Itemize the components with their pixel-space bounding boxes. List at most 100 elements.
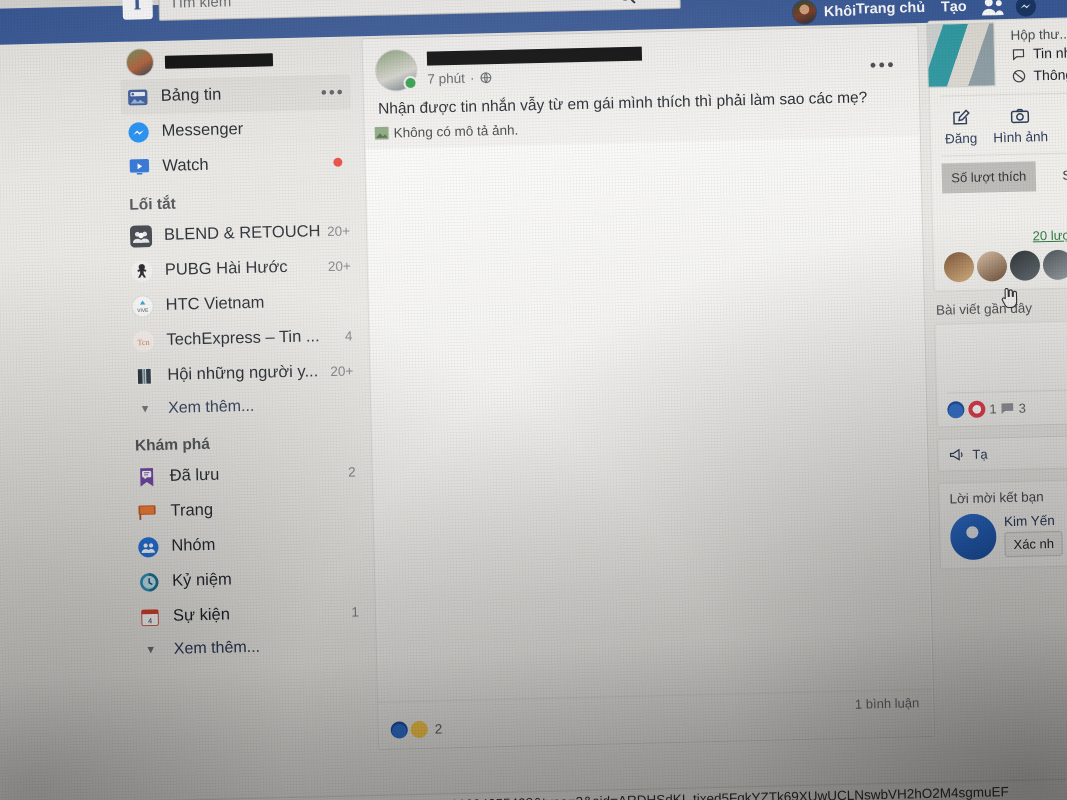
insights-number: 3 [942,190,1067,231]
post-comment-count[interactable]: 1 bình luận [855,695,920,712]
pubg-icon [131,260,154,283]
events-calendar-icon: 4 [139,606,162,629]
sidebar-item-label: Watch [162,155,209,175]
liker-avatars[interactable] [943,249,1067,283]
sidebar-shortcut-hoi-nhung-nguoi[interactable]: Hội những người y... 20+ [127,353,358,393]
photo-icon [374,126,389,140]
pages-flag-icon [136,501,159,524]
sidebar-item-saved[interactable]: Đã lưu 2 [129,454,360,494]
avatar [791,0,818,26]
avatar [1042,249,1067,281]
sidebar-item-memories[interactable]: Kỷ niệm [132,559,363,599]
tab-reach[interactable]: Số [1035,160,1067,192]
divider [941,151,1067,157]
post-timestamp[interactable]: 7 phút [427,71,465,87]
unread-dot-badge [333,157,343,167]
monitor-screen: ...ủy VIP, Ful... f Tìm kiếm Khôi Trang … [0,0,1067,800]
sidebar-shortcut-blend-retouch[interactable]: BLEND & RETOUCH 20+ [124,213,355,253]
divider [939,91,1067,97]
page-cover-thumbnail[interactable] [926,22,996,88]
memories-clock-icon [138,571,161,594]
sidebar-item-groups[interactable]: Nhóm [131,524,362,564]
action-post[interactable]: Đăng [944,107,977,146]
sidebar-shortcut-pubg[interactable]: PUBG Hài Hước 20+ [124,248,355,288]
sidebar-item-events[interactable]: 4 Sự kiện 1 [133,594,364,634]
avatar [943,252,975,283]
sidebar-item-label: Trang [170,500,214,520]
right-sidebar: Hộp thư... Tin nh Thông Đăng Hình ảnh Số… [926,16,1067,580]
nav-user-name: Khôi [823,3,857,20]
sidebar-item-messenger[interactable]: Messenger [121,109,352,149]
chevron-down-icon: ▼ [145,644,157,657]
sidebar-item-label: Messenger [161,119,244,140]
like-icon [390,721,408,739]
search-input[interactable]: Tìm kiếm [158,0,681,21]
svg-text:VIVE: VIVE [137,307,149,313]
sidebar-shortcut-techexpress[interactable]: Tcn TechExpress – Tin ... 4 [126,318,357,358]
confirm-friend-button[interactable]: Xác nh [1004,531,1064,558]
see-more-label: Xem thêm... [173,638,261,658]
page-title-partial: Hộp thư... [1010,26,1067,43]
friend-requests-icon[interactable] [981,0,1005,17]
like-icon [947,401,965,419]
love-icon [968,400,986,418]
recent-post-date: 9 Th [946,367,1067,386]
badge-count: 4 [344,328,353,344]
sidebar-profile[interactable] [120,40,351,79]
messenger-icon[interactable] [1015,0,1038,18]
nav-user[interactable]: Khôi [791,0,857,26]
profile-name-redacted [164,52,274,69]
avatar [976,251,1008,282]
notifications-globe-icon [1012,69,1026,82]
reaction-count: 2 [434,721,443,737]
avatar[interactable] [374,48,418,92]
action-photo[interactable]: Hình ảnh [993,105,1049,146]
rightbar-link-notifications[interactable]: Thông [1011,63,1067,87]
like-count: 1 [989,401,997,417]
link-label: Thông [1033,66,1067,84]
search-icon[interactable] [612,0,641,6]
recent-post-card[interactable]: "Pin #En 9 Th 1 3 [934,319,1067,428]
group-icon [129,224,153,248]
explore-see-more[interactable]: ▼ Xem thêm... [133,629,364,666]
link-label: Tin nh [1032,44,1067,62]
vive-icon: VIVE [131,294,154,318]
sidebar-item-watch[interactable]: Watch [122,144,353,184]
post-photo[interactable] [366,136,934,749]
ellipsis-icon[interactable]: ••• [321,82,345,102]
action-label: Hình ảnh [993,129,1049,146]
sidebar-item-label: Bảng tin [160,85,222,105]
recent-post-stats: 1 3 [947,398,1067,419]
nav-create[interactable]: Tạo [941,0,967,16]
rightbar-link-messages[interactable]: Tin nh [1011,41,1067,65]
sidebar-item-news-feed[interactable]: Bảng tin ••• [120,74,352,115]
techexpress-icon: Tcn [132,330,155,353]
post-menu-ellipsis-icon[interactable]: ••• [870,55,897,77]
chevron-down-icon: ▼ [139,403,151,416]
page-quick-actions: Đăng Hình ảnh [940,100,1067,149]
friend-name[interactable]: Kim Yến [1004,513,1063,529]
tab-likes[interactable]: Số lượt thích [941,161,1037,194]
messenger-icon [127,121,150,144]
facebook-logo-icon[interactable]: f [122,0,153,20]
sidebar-item-label: Kỷ niệm [171,570,232,590]
saved-icon [135,466,158,489]
page-admin-panel: Hộp thư... Tin nh Thông Đăng Hình ảnh Số… [926,16,1067,293]
sidebar-item-pages[interactable]: Trang [130,489,361,529]
friend-request-item[interactable]: Kim Yến Xác nh [949,511,1067,561]
sidebar-shortcut-htc-vietnam[interactable]: VIVE HTC Vietnam [125,283,356,323]
announcement-label: Tạ [972,446,988,462]
avatar [949,513,997,561]
photograph-of-screen: ...ủy VIP, Ful... f Tìm kiếm Khôi Trang … [0,0,1067,800]
camera-icon [1011,108,1030,124]
announcement-row[interactable]: Tạ [948,444,1067,463]
hand-pointer-cursor [1001,287,1018,309]
nav-home[interactable]: Trang chủ [856,0,926,18]
haha-icon [410,720,428,739]
globe-icon[interactable] [479,71,492,84]
avatar [1009,250,1041,282]
insights-likes[interactable]: 20 lượt thích [943,227,1067,246]
announcement-card[interactable]: Tạ [937,434,1067,472]
post-alt-text: Không có mô tả ảnh. [393,122,519,141]
post-reactions[interactable]: 2 [390,720,443,739]
